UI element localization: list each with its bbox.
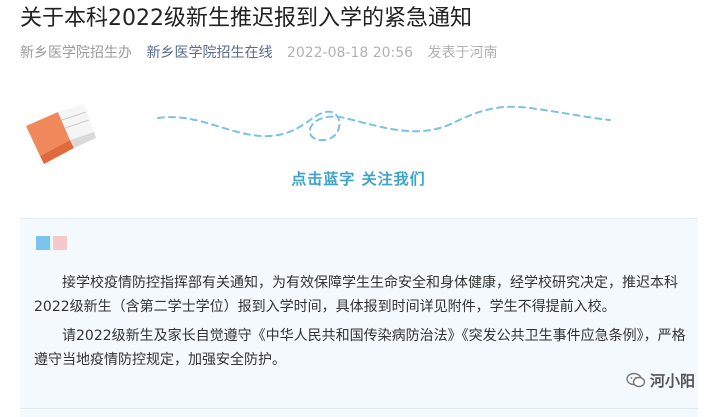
wavy-line-decoration	[157, 105, 611, 142]
follow-us-link[interactable]: 点击蓝字 关注我们	[0, 168, 717, 189]
account-link[interactable]: 新乡医学院招生在线	[146, 45, 272, 61]
blue-square	[36, 236, 50, 250]
author-name: 新乡医学院招生办	[20, 45, 132, 61]
notice-paragraph-1: 接学校疫情防控指挥部有关通知，为有效保障学生生命安全和身体健康，经学校研究决定，…	[34, 275, 678, 315]
article-meta: 新乡医学院招生办 新乡医学院招生在线 2022-08-18 20:56 发表于河…	[20, 42, 508, 64]
publish-location: 发表于河南	[427, 45, 498, 61]
notice-card: 接学校疫情防控指挥部有关通知，为有效保障学生生命安全和身体健康，经学校研究决定，…	[20, 218, 698, 417]
card-bottom-divider	[20, 408, 698, 409]
publish-datetime: 2022-08-18 20:56	[286, 45, 414, 61]
notice-paragraph-2: 请2022级新生及家长自觉遵守《中华人民共和国传染病防治法》《突发公共卫生事件应…	[34, 328, 686, 368]
watermark: 河小阳	[626, 370, 695, 392]
pink-square	[53, 236, 67, 250]
wechat-icon	[626, 372, 646, 392]
decorative-squares	[36, 235, 70, 254]
book-icon	[26, 104, 96, 164]
watermark-text: 河小阳	[649, 372, 695, 390]
article-title: 关于本科2022级新生推迟报到入学的紧急通知	[20, 6, 472, 31]
